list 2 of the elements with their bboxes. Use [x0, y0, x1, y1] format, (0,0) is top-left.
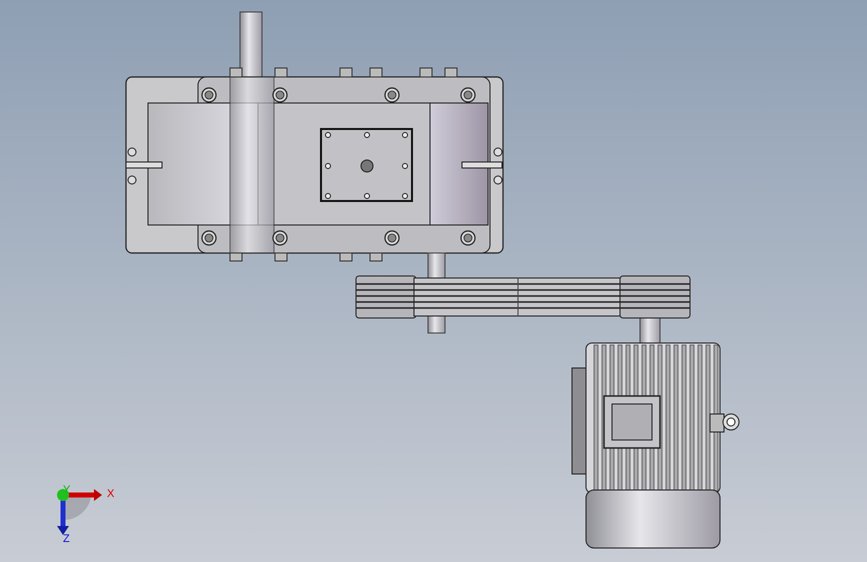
- axis-label: Z: [63, 533, 70, 545]
- axis-label: X: [107, 488, 114, 500]
